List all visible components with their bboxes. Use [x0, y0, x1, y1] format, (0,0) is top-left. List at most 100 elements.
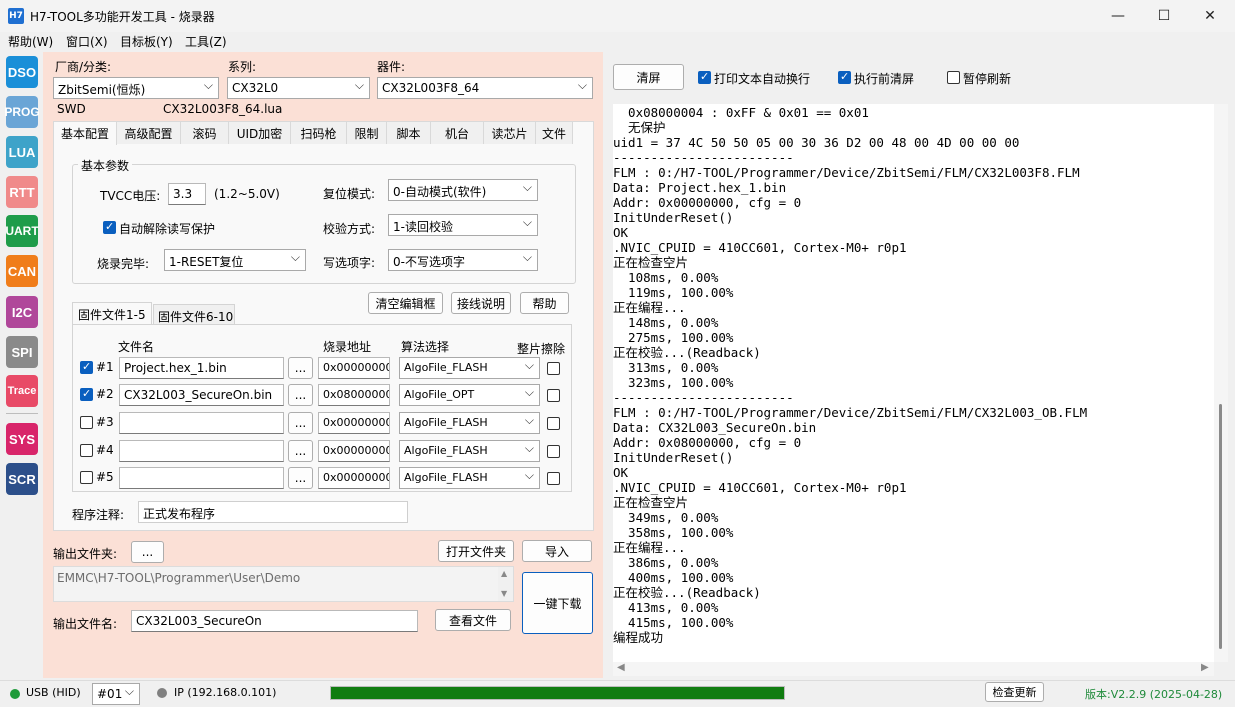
output-folder-browse-button[interactable]: ... — [131, 541, 164, 563]
scroll-right-icon[interactable]: ▶ — [1201, 662, 1209, 673]
menu-tools[interactable]: 工具(Z) — [185, 33, 227, 50]
pause-refresh-checkbox[interactable] — [947, 71, 960, 84]
tool-prog-button[interactable]: PROG — [4, 96, 40, 128]
firmware-erase-checkbox[interactable] — [547, 472, 560, 485]
firmware-erase-checkbox[interactable] — [547, 389, 560, 402]
tvcc-input[interactable]: 3.3 — [168, 183, 206, 205]
view-file-button[interactable]: 查看文件 — [435, 609, 511, 631]
firmware-erase-checkbox[interactable] — [547, 445, 560, 458]
help-button[interactable]: 帮助 — [520, 292, 569, 314]
tab-3[interactable]: UID加密 — [229, 122, 291, 144]
tool-uart-button[interactable]: UART — [5, 215, 39, 247]
close-icon[interactable]: ✕ — [1187, 0, 1233, 32]
tab-7[interactable]: 机台 — [431, 122, 484, 144]
firmware-enable-checkbox[interactable] — [80, 360, 93, 374]
firmware-erase-checkbox[interactable] — [547, 417, 560, 430]
firmware-algo-select[interactable]: AlgoFile_FLASH — [399, 412, 540, 434]
clear-screen-button[interactable]: 清屏 — [613, 64, 684, 90]
tab-6[interactable]: 脚本 — [387, 122, 431, 144]
clear-editbox-button[interactable]: 清空编辑框 — [368, 292, 443, 314]
tab-0[interactable]: 基本配置 — [53, 121, 117, 145]
tab-2[interactable]: 滚码 — [181, 122, 229, 144]
device-number-select[interactable]: #01 — [92, 683, 140, 705]
option-byte-select[interactable]: 0-不写选项字 — [388, 249, 538, 271]
tab-9[interactable]: 文件 — [536, 122, 573, 144]
firmware-file-input[interactable]: CX32L003_SecureOn.bin — [119, 384, 284, 406]
firmware-enable-checkbox[interactable] — [80, 471, 93, 484]
log-line: InitUnderReset() — [613, 210, 734, 225]
tool-sys-button[interactable]: SYS — [6, 423, 38, 455]
tool-spi-button[interactable]: SPI — [6, 336, 38, 368]
menu-target[interactable]: 目标板(Y) — [120, 33, 173, 50]
check-update-button[interactable]: 检查更新 — [985, 682, 1044, 702]
firmware-address-input[interactable]: 0x00000000 — [318, 467, 390, 489]
tab-4[interactable]: 扫码枪 — [291, 122, 347, 144]
tvcc-range: (1.2~5.0V) — [214, 187, 280, 201]
tool-dso-button[interactable]: DSO — [6, 56, 38, 88]
firmware-erase-checkbox[interactable] — [547, 362, 560, 375]
firmware-address-input[interactable]: 0x08000000 — [318, 384, 390, 406]
tool-lua-button[interactable]: LUA — [6, 136, 38, 168]
verify-select[interactable]: 1-读回校验 — [388, 214, 538, 236]
reset-mode-select[interactable]: 0-自动模式(软件) — [388, 179, 538, 201]
firmware-browse-button[interactable]: ... — [288, 467, 313, 489]
device-select[interactable]: CX32L003F8_64 — [377, 77, 593, 99]
open-folder-button[interactable]: 打开文件夹 — [438, 540, 514, 562]
firmware-address-input[interactable]: 0x00000000 — [318, 412, 390, 434]
log-line: 编程成功 — [613, 630, 664, 645]
tool-trace-button[interactable]: Trace — [6, 375, 38, 407]
firmware-enable-checkbox[interactable] — [80, 416, 93, 429]
firmware-algo-select[interactable]: AlgoFile_OPT — [399, 384, 540, 406]
menu-window[interactable]: 窗口(X) — [66, 33, 108, 50]
tab-5[interactable]: 限制 — [347, 122, 387, 144]
scroll-left-icon[interactable]: ◀ — [617, 662, 625, 673]
output-filename-input[interactable]: CX32L003_SecureOn — [131, 610, 418, 632]
firmware-algo-select[interactable]: AlgoFile_FLASH — [399, 467, 540, 489]
output-folder-label: 输出文件夹: — [53, 547, 118, 561]
firmware-browse-button[interactable]: ... — [288, 440, 313, 462]
vendor-select[interactable]: ZbitSemi(恒烁) — [53, 77, 219, 99]
firmware-enable-checkbox[interactable] — [80, 387, 93, 401]
log-line: 无保护 — [613, 120, 666, 135]
tool-can-button[interactable]: CAN — [6, 255, 38, 287]
import-button[interactable]: 导入 — [522, 540, 592, 562]
note-input[interactable]: 正式发布程序 — [138, 501, 408, 523]
firmware-algo-select[interactable]: AlgoFile_FLASH — [399, 357, 540, 379]
verify-label: 校验方式: — [323, 222, 376, 236]
auto-wrap-checkbox[interactable] — [698, 70, 711, 84]
log-horizontal-scrollbar[interactable]: ◀ ▶ — [613, 662, 1214, 676]
scroll-up-icon[interactable]: ▲ — [501, 569, 507, 578]
tab-1[interactable]: 高级配置 — [117, 122, 181, 144]
firmware-file-input[interactable] — [119, 412, 284, 434]
auto-unprotect-checkbox[interactable] — [103, 220, 116, 234]
firmware-file-input[interactable] — [119, 440, 284, 462]
clear-before-checkbox[interactable] — [838, 70, 851, 84]
firmware-file-input[interactable] — [119, 467, 284, 489]
tool-i2c-button[interactable]: I2C — [6, 296, 38, 328]
log-output: 0x08000004 : 0xFF & 0x01 == 0x01 无保护 uid1… — [613, 104, 1214, 662]
log-scroll-thumb[interactable] — [1219, 404, 1222, 649]
firmware-address-input[interactable]: 0x00000000 — [318, 357, 390, 379]
firmware-enable-checkbox[interactable] — [80, 444, 93, 457]
log-line: ------------------------ — [613, 390, 794, 405]
series-select[interactable]: CX32L0 — [227, 77, 370, 99]
maximize-icon[interactable]: ☐ — [1141, 0, 1187, 32]
tab-8[interactable]: 读芯片 — [484, 122, 536, 144]
firmware-row-id: #3 — [96, 415, 114, 429]
path-scrollbar[interactable]: ▲ ▼ — [498, 567, 513, 601]
firmware-file-input[interactable]: Project.hex_1.bin — [119, 357, 284, 379]
one-click-download-button[interactable]: 一键下载 — [522, 572, 593, 634]
menu-help[interactable]: 帮助(W) — [8, 33, 53, 50]
tool-rtt-button[interactable]: RTT — [6, 176, 38, 208]
scroll-down-icon[interactable]: ▼ — [501, 589, 507, 598]
wiring-help-button[interactable]: 接线说明 — [451, 292, 511, 314]
tool-scr-button[interactable]: SCR — [6, 463, 38, 495]
log-vertical-scrollbar[interactable] — [1214, 104, 1228, 662]
after-program-select[interactable]: 1-RESET复位 — [164, 249, 306, 271]
firmware-browse-button[interactable]: ... — [288, 357, 313, 379]
firmware-browse-button[interactable]: ... — [288, 384, 313, 406]
firmware-browse-button[interactable]: ... — [288, 412, 313, 434]
firmware-algo-select[interactable]: AlgoFile_FLASH — [399, 440, 540, 462]
firmware-address-input[interactable]: 0x00000000 — [318, 440, 390, 462]
minimize-icon[interactable]: — — [1095, 0, 1141, 32]
